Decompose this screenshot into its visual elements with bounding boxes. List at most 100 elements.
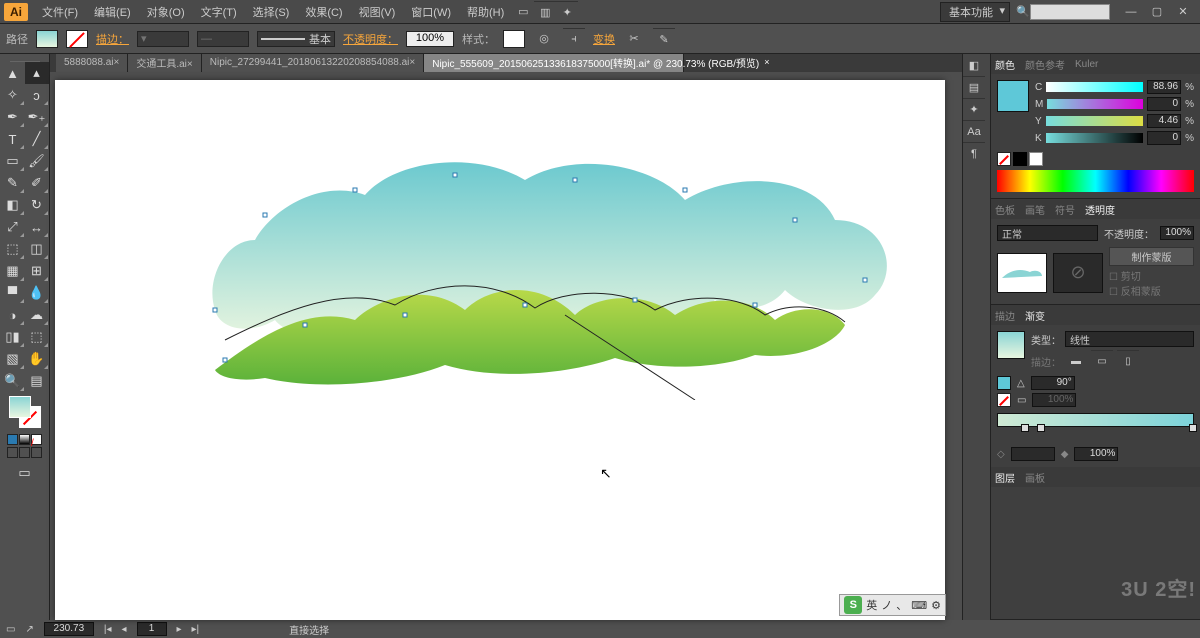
artwork-sky-shape[interactable]: [195, 110, 915, 400]
yellow-value[interactable]: 4.46: [1147, 114, 1181, 128]
color-mode-row[interactable]: /: [7, 434, 42, 445]
anchor-point[interactable]: [573, 178, 578, 183]
free-transform-tool[interactable]: ⬚: [1, 238, 25, 260]
tab-color[interactable]: 颜色: [995, 57, 1015, 72]
stroke-link[interactable]: 描边：: [96, 31, 129, 47]
anchor-point[interactable]: [683, 188, 688, 193]
print-tiling-tool[interactable]: ▤: [25, 370, 49, 392]
pen-tool[interactable]: ✒: [1, 106, 25, 128]
gradient-tool[interactable]: ▀: [1, 282, 25, 304]
tab-brushes[interactable]: 画笔: [1025, 202, 1045, 217]
anchor-point[interactable]: [353, 188, 358, 193]
angle-field[interactable]: 90°: [1031, 376, 1075, 390]
arrange-icon[interactable]: ▥: [534, 1, 556, 23]
stop-color[interactable]: [997, 376, 1011, 390]
cyan-slider[interactable]: [1046, 82, 1143, 92]
artboard[interactable]: ↖: [55, 80, 945, 620]
zoom-field[interactable]: 230.73: [44, 622, 94, 636]
panel-icon[interactable]: ¶: [963, 142, 985, 164]
menu-file[interactable]: 文件(F): [34, 0, 86, 24]
eraser-tool[interactable]: ◧: [1, 194, 25, 216]
window-close[interactable]: ✕: [1171, 4, 1195, 20]
mask-thumbnail[interactable]: ⊘: [1053, 253, 1103, 293]
mesh-tool[interactable]: ⊞: [25, 260, 49, 282]
black-value[interactable]: 0: [1147, 131, 1181, 145]
edit-icon[interactable]: ✎: [653, 28, 675, 50]
close-icon[interactable]: ×: [764, 57, 769, 67]
add-anchor-tool[interactable]: ✒₊: [25, 106, 49, 128]
rectangle-tool[interactable]: ▭: [1, 150, 25, 172]
tab-gradient[interactable]: 渐变: [1025, 308, 1045, 323]
export-icon[interactable]: ↗: [25, 624, 33, 635]
color-spectrum[interactable]: [997, 170, 1194, 192]
tab-layers[interactable]: 图层: [995, 470, 1015, 485]
lasso-tool[interactable]: ɔ: [25, 84, 49, 106]
anchor-point[interactable]: [523, 303, 528, 308]
ime-half[interactable]: ノ: [881, 597, 892, 613]
shape-builder-tool[interactable]: ◫: [25, 238, 49, 260]
stroke-mode-3[interactable]: ▯: [1117, 350, 1139, 372]
none-swatch[interactable]: [997, 152, 1011, 166]
perspective-tool[interactable]: ▦: [1, 260, 25, 282]
stroke-mode-1[interactable]: ▬: [1065, 350, 1087, 372]
anchor-point[interactable]: [213, 308, 218, 313]
ime-gear-icon[interactable]: ⚙: [931, 599, 941, 612]
nav-first[interactable]: |◂: [104, 624, 112, 635]
anchor-point[interactable]: [263, 213, 268, 218]
window-restore[interactable]: ▢: [1145, 4, 1169, 20]
width-tool[interactable]: ↔: [25, 216, 49, 238]
panel-icon[interactable]: ✦: [963, 98, 985, 120]
direct-selection-tool[interactable]: ▴: [25, 62, 49, 84]
make-mask-button[interactable]: 制作蒙版: [1109, 247, 1194, 266]
white-swatch[interactable]: [1029, 152, 1043, 166]
recolor-icon[interactable]: ◎: [533, 28, 555, 50]
anchor-point[interactable]: [753, 303, 758, 308]
menu-view[interactable]: 视图(V): [351, 0, 404, 24]
hand-tool[interactable]: ✋: [25, 348, 49, 370]
doc-tab-1[interactable]: 交通工具.ai×: [128, 54, 201, 72]
type-tool[interactable]: T: [1, 128, 25, 150]
gradient-well[interactable]: [997, 331, 1025, 359]
anchor-point[interactable]: [453, 173, 458, 178]
graph-tool[interactable]: ▯▮: [1, 326, 25, 348]
cyan-value[interactable]: 88.96: [1147, 80, 1181, 94]
zoom-tool[interactable]: 🔍: [1, 370, 25, 392]
anchor-point[interactable]: [793, 218, 798, 223]
var-width[interactable]: —: [197, 31, 249, 47]
layout-icon[interactable]: ▭: [512, 1, 534, 23]
artboard-tool[interactable]: ⬚: [25, 326, 49, 348]
screen-mode[interactable]: ▭: [13, 462, 37, 484]
menu-help[interactable]: 帮助(H): [459, 0, 512, 24]
status-icon[interactable]: ▭: [6, 624, 15, 635]
tab-transparency[interactable]: 透明度: [1085, 202, 1115, 217]
style-swatch[interactable]: [503, 30, 525, 48]
slice-tool[interactable]: ▧: [1, 348, 25, 370]
pencil-tool[interactable]: ✎: [1, 172, 25, 194]
menu-edit[interactable]: 编辑(E): [86, 0, 139, 24]
nav-prev[interactable]: ◂: [121, 624, 126, 635]
ime-bar[interactable]: S 英 ノ 、 ⌨ ⚙: [839, 594, 946, 616]
stroke-mode-2[interactable]: ▭: [1091, 350, 1113, 372]
doc-tab-2[interactable]: Nipic_27299441_20180613220208854088.ai×: [202, 54, 424, 72]
black-swatch[interactable]: [1013, 152, 1027, 166]
anchor-point[interactable]: [403, 313, 408, 318]
panel-icon[interactable]: ▤: [963, 76, 985, 98]
yellow-slider[interactable]: [1046, 116, 1143, 126]
nav-next[interactable]: ▸: [177, 624, 182, 635]
tab-swatches[interactable]: 色板: [995, 202, 1015, 217]
fill-swatch[interactable]: [36, 30, 58, 48]
stop-none[interactable]: [997, 393, 1011, 407]
anchor-point[interactable]: [863, 278, 868, 283]
stop-location[interactable]: 100%: [1074, 447, 1118, 461]
rotate-tool[interactable]: ↻: [25, 194, 49, 216]
panel-icon[interactable]: ◧: [963, 54, 985, 76]
gradient-ramp[interactable]: [997, 413, 1194, 427]
menu-type[interactable]: 文字(T): [193, 0, 245, 24]
artboard-nav[interactable]: 1: [137, 622, 167, 636]
gradient-stop[interactable]: [1037, 424, 1045, 432]
black-slider[interactable]: [1046, 133, 1143, 143]
tab-kuler[interactable]: Kuler: [1075, 59, 1098, 70]
symbol-tool[interactable]: ☁: [25, 304, 49, 326]
gradient-stop[interactable]: [1189, 424, 1197, 432]
search-input[interactable]: [1030, 4, 1110, 20]
